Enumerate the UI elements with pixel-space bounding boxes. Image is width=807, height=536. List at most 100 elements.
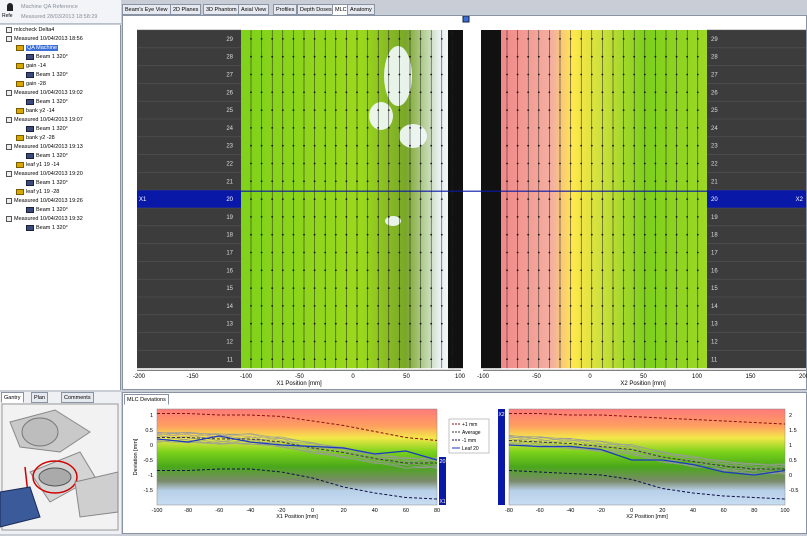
leaf-dot <box>399 358 401 360</box>
tree-item-measured[interactable]: Measured 10/04/2013 19:07 <box>6 116 83 125</box>
leaf-dot <box>591 341 593 343</box>
leaf-dot <box>441 198 443 200</box>
tree-item-beam[interactable]: Beam 1 320° <box>26 71 68 80</box>
tree-item-plan[interactable]: bank y2 -28 <box>16 134 55 143</box>
x1-tick-label: 100 <box>455 374 466 380</box>
gantry-3d-view[interactable] <box>0 392 121 534</box>
tree-item-patient[interactable]: mlccheck Delta4 <box>6 26 54 35</box>
leaf-dot <box>549 127 551 129</box>
tab-axial-view[interactable]: Axial View <box>238 4 269 15</box>
tree-item-beam[interactable]: Beam 1 320° <box>26 125 68 134</box>
view-options-icon[interactable] <box>463 16 469 22</box>
tree-item-plan[interactable]: QA Machine <box>16 44 58 53</box>
leaf-dot <box>527 341 529 343</box>
legend-label: Leaf 20 <box>462 446 479 452</box>
leaf-dot <box>452 145 454 147</box>
tree-item-beam[interactable]: Beam 1 320° <box>26 179 68 188</box>
leaf-dot <box>665 234 667 236</box>
x1-field-map[interactable] <box>241 30 461 368</box>
tree-item-beam[interactable]: Beam 1 320° <box>26 53 68 62</box>
tab-2d-planes[interactable]: 2D Planes <box>170 4 201 15</box>
tree-item-beam[interactable]: Beam 1 320° <box>26 98 68 107</box>
patient-icon <box>6 27 12 33</box>
tree-item-measured[interactable]: Measured 10/04/2013 19:20 <box>6 170 83 179</box>
mlc-leaf-map[interactable]: 2929282827272626252524242323222221212020… <box>123 16 807 391</box>
leaf-dot <box>303 74 305 76</box>
leaf-dot <box>452 216 454 218</box>
leaf-dot <box>420 127 422 129</box>
leaf-number-left: 15 <box>226 286 233 292</box>
leaf-dot <box>570 180 572 182</box>
tree-item-measured[interactable]: Measured 10/04/2013 18:56 <box>6 35 83 44</box>
leaf-dot <box>324 216 326 218</box>
selected-leaf-x2[interactable] <box>707 190 806 208</box>
tree-item-plan[interactable]: bank y2 -14 <box>16 107 55 116</box>
leaf-dot <box>324 91 326 93</box>
tab-mlc-deviations[interactable]: MLC Deviations <box>124 394 169 405</box>
tree-item-beam[interactable]: Beam 1 320° <box>26 152 68 161</box>
leaf-dot <box>335 74 337 76</box>
tree-item-measured[interactable]: Measured 10/04/2013 19:26 <box>6 197 83 206</box>
leaf-dot <box>261 38 263 40</box>
tree-item-measured[interactable]: Measured 10/04/2013 19:02 <box>6 89 83 98</box>
leaf-dot <box>367 305 369 307</box>
tab-comments[interactable]: Comments <box>61 392 94 403</box>
leaf-dot <box>250 180 252 182</box>
leaf-dot <box>549 234 551 236</box>
leaf-dot <box>538 145 540 147</box>
leaf-dot <box>324 305 326 307</box>
tab-anatomy[interactable]: Anatomy <box>347 4 375 15</box>
tab-profiles[interactable]: Profiles <box>273 4 297 15</box>
leaf-dot <box>655 234 657 236</box>
x-tick-label: -40 <box>246 508 254 514</box>
leaf-dot <box>665 56 667 58</box>
leaf-dot <box>623 74 625 76</box>
leaf-dot <box>665 341 667 343</box>
leaf-dot <box>549 269 551 271</box>
leaf-dot <box>452 269 454 271</box>
plan-folder-icon <box>16 135 24 141</box>
leaf-selector-x2[interactable] <box>498 409 505 505</box>
leaf-dot <box>452 341 454 343</box>
leaf-dot <box>430 163 432 165</box>
leaf-dot <box>271 180 273 182</box>
tab-3d-phantom[interactable]: 3D Phantom <box>203 4 240 15</box>
leaf-dot <box>686 198 688 200</box>
leaf-dot <box>377 287 379 289</box>
leaf-dot <box>623 198 625 200</box>
tab-beam-s-eye-view[interactable]: Beam's Eye View <box>122 4 171 15</box>
leaf-dot <box>250 216 252 218</box>
leaf-dot <box>282 109 284 111</box>
tree-item-beam[interactable]: Beam 1 320° <box>26 224 68 233</box>
leaf-dot <box>367 74 369 76</box>
leaf-dot <box>356 269 358 271</box>
tree-item-plan[interactable]: leaf y1 19 -14 <box>16 161 59 170</box>
leaf-dot <box>293 323 295 325</box>
y-tick-label: 0 <box>150 443 153 449</box>
leaf-dot <box>559 91 561 93</box>
leaf-dot <box>282 358 284 360</box>
y-tick-label: 1.5 <box>789 428 797 434</box>
leaf-dot <box>335 323 337 325</box>
tree-item-measured[interactable]: Measured 10/04/2013 19:32 <box>6 215 83 224</box>
tab-plan[interactable]: Plan <box>31 392 48 403</box>
tree-item-plan[interactable]: gain -28 <box>16 80 46 89</box>
leaf-dot <box>591 287 593 289</box>
leaf-dot <box>623 163 625 165</box>
leaf-dot <box>303 127 305 129</box>
tree-item-measured[interactable]: Measured 10/04/2013 19:13 <box>6 143 83 152</box>
measurement-icon <box>6 90 12 96</box>
y-axis-title: Deviation [mm] <box>133 438 139 475</box>
tab-depth-doses[interactable]: Depth Doses <box>297 4 335 15</box>
tab-gantry[interactable]: Gantry <box>1 392 24 403</box>
beam-icon <box>26 72 34 78</box>
tree-item-beam[interactable]: Beam 1 320° <box>26 206 68 215</box>
leaf-dot <box>356 198 358 200</box>
leaf-dot <box>517 269 519 271</box>
tree-item-plan[interactable]: gain -14 <box>16 62 46 71</box>
tree-item-plan[interactable]: leaf y1 19 -28 <box>16 188 59 197</box>
leaf-dot <box>580 180 582 182</box>
leaf-dot <box>250 234 252 236</box>
leaf-dot <box>399 305 401 307</box>
x-tick-label: 20 <box>341 508 347 514</box>
